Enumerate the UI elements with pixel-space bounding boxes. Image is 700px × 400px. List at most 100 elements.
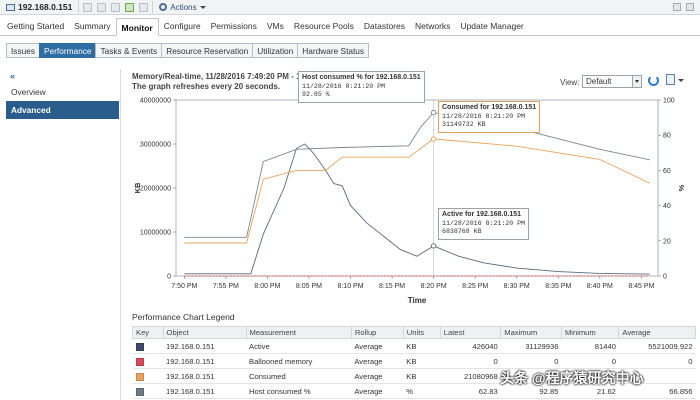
legend-cell-rollup: Average xyxy=(351,368,404,384)
legend-cell-rollup: Average xyxy=(351,353,404,369)
y-tick-label-right: 20 xyxy=(663,238,671,245)
sidebar-item-overview[interactable]: Overview xyxy=(6,83,119,101)
callout-time: 11/28/2016 8:21:20 PM xyxy=(442,219,526,227)
hover-point-marker xyxy=(430,243,437,249)
toolbar-icons xyxy=(78,1,152,13)
legend-cell-rollup: Average xyxy=(351,383,404,399)
window-controls xyxy=(673,3,700,11)
tab-permissions[interactable]: Permissions xyxy=(206,17,262,35)
legend-table: Key Object Measurement Rollup Units Latest Max… xyxy=(132,326,696,399)
color-swatch xyxy=(135,342,144,351)
maximize-icon[interactable] xyxy=(686,3,694,11)
color-swatch xyxy=(135,357,144,366)
column-header-average[interactable]: Average xyxy=(618,326,696,339)
view-label: View: xyxy=(560,78,580,87)
power-icon[interactable] xyxy=(125,2,135,12)
legend-cell-minimum: 81440 xyxy=(561,338,619,354)
legend-cell-latest: 426040 xyxy=(440,338,501,354)
tab-vms[interactable]: VMs xyxy=(262,17,289,35)
color-swatch xyxy=(135,372,144,381)
export-icon[interactable] xyxy=(666,74,675,85)
plot-area xyxy=(175,99,659,277)
column-header-minimum[interactable]: Minimum xyxy=(560,326,620,339)
y-tick-label-right: 40 xyxy=(663,203,671,210)
legend-title: Performance Chart Legend xyxy=(132,312,235,322)
legend-cell-units: KB xyxy=(403,338,441,354)
legend-row[interactable]: 192.168.0.151 Ballooned memory Average KB 0 0… xyxy=(132,353,696,369)
y-tick-label-right: 0 xyxy=(663,274,667,281)
y-tick-label-left: 0 xyxy=(167,274,171,281)
tab-datastores[interactable]: Datastores xyxy=(359,17,410,35)
x-tick-label: 8:40 PM xyxy=(587,283,613,290)
tab-summary[interactable]: Summary xyxy=(69,17,115,35)
y-tick-label-right: 80 xyxy=(663,133,671,140)
consumed-callout: Consumed for 192.168.0.151 11/28/2016 8:… xyxy=(438,101,541,133)
y-axis-label-left: KB xyxy=(133,182,142,193)
actions-menu[interactable]: Actions xyxy=(152,1,211,13)
column-header-latest[interactable]: Latest xyxy=(439,326,502,339)
tab-networks[interactable]: Networks xyxy=(410,17,455,35)
x-tick-label: 7:50 PM xyxy=(171,283,197,290)
x-tick-label: 8:15 PM xyxy=(379,283,405,290)
legend-cell-units: KB xyxy=(403,353,441,369)
tab-getting-started[interactable]: Getting Started xyxy=(2,17,69,35)
legend-cell-object: 192.168.0.151 xyxy=(163,353,246,369)
refresh-icon[interactable] xyxy=(139,2,149,12)
tab-monitor[interactable]: Monitor xyxy=(115,18,159,36)
memory-chart: 0 10000000 20000000 30000000 40000000 0 20 40 60… xyxy=(133,98,686,306)
callout-title: Host consumed % for 192.168.0.151 xyxy=(302,74,421,81)
y-tick-label-right: 60 xyxy=(663,168,671,175)
export-chevron-icon[interactable] xyxy=(678,79,684,82)
host-icon xyxy=(6,3,15,11)
subtab-performance[interactable]: Performance xyxy=(38,43,97,58)
sidebar: « Overview Advanced xyxy=(6,69,121,400)
column-header-key[interactable]: Key xyxy=(132,326,164,339)
column-header-units[interactable]: Units xyxy=(402,326,441,339)
vm-icon[interactable] xyxy=(111,2,121,12)
legend-cell-latest: 0 xyxy=(440,353,501,369)
column-header-rollup[interactable]: Rollup xyxy=(350,326,404,339)
hover-point-marker xyxy=(430,136,437,142)
legend-cell-latest: 62.83 xyxy=(440,383,501,399)
legend-cell-minimum: 0 xyxy=(561,353,619,369)
hover-point-marker xyxy=(430,109,437,116)
callout-time: 11/28/2016 8:21:20 PM xyxy=(302,82,386,90)
legend-key xyxy=(132,338,164,354)
legend-key xyxy=(132,368,164,384)
x-tick-label: 7:55 PM xyxy=(213,283,239,290)
collapse-icon[interactable]: « xyxy=(6,69,120,83)
column-header-measurement[interactable]: Measurement xyxy=(245,326,352,339)
tab-update-manager[interactable]: Update Manager xyxy=(455,17,528,35)
legend-cell-rollup: Average xyxy=(351,338,404,354)
x-tick-label: 8:05 PM xyxy=(296,283,322,290)
actions-label: Actions xyxy=(170,2,197,12)
tab-resource-pools[interactable]: Resource Pools xyxy=(289,17,359,35)
callout-value: 31149732 KB xyxy=(442,121,486,128)
view-select[interactable]: Default xyxy=(582,75,642,88)
sidebar-item-advanced[interactable]: Advanced xyxy=(6,101,119,119)
x-tick-label: 8:25 PM xyxy=(462,283,488,290)
subtab-tasks-events[interactable]: Tasks & Events xyxy=(95,43,163,58)
refresh-chart-icon[interactable] xyxy=(648,75,659,86)
legend-cell-object: 192.168.0.151 xyxy=(163,368,246,384)
tab-configure[interactable]: Configure xyxy=(159,17,206,35)
minimize-icon[interactable] xyxy=(673,3,681,11)
x-tick-label: 8:45 PM xyxy=(628,283,654,290)
top-toolbar: 192.168.0.151 Actions xyxy=(0,0,700,15)
column-header-object[interactable]: Object xyxy=(162,326,247,339)
disconnect-icon[interactable] xyxy=(97,2,107,12)
subtab-issues[interactable]: Issues xyxy=(6,43,40,58)
legend-cell-measurement: Ballooned memory xyxy=(246,353,352,369)
add-icon[interactable] xyxy=(83,2,93,12)
column-header-maximum[interactable]: Maximum xyxy=(500,326,562,339)
host-name: 192.168.0.151 xyxy=(18,2,73,12)
legend-cell-latest: 21080968 xyxy=(440,368,501,384)
host-consumed-callout: Host consumed % for 192.168.0.151 11/28/… xyxy=(298,71,425,103)
subtab-utilization[interactable]: Utilization xyxy=(252,43,299,58)
legend-row[interactable]: 192.168.0.151 Active Average KB 426040 311299… xyxy=(132,338,696,354)
x-tick-label: 8:35 PM xyxy=(545,283,571,290)
subtab-resource-reservation[interactable]: Resource Reservation xyxy=(161,43,254,58)
subtab-hardware-status[interactable]: Hardware Status xyxy=(297,43,370,58)
x-tick-label: 8:10 PM xyxy=(337,283,363,290)
callout-value: 6838768 KB xyxy=(442,228,482,235)
